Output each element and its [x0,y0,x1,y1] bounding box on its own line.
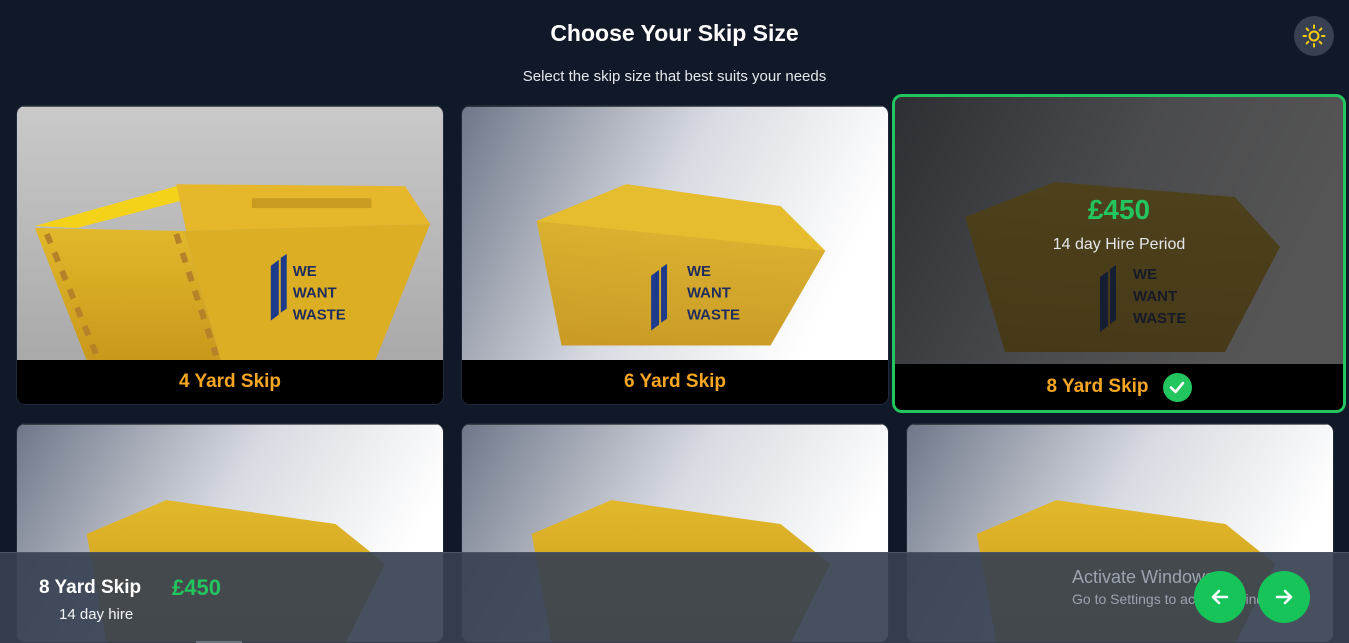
back-button[interactable] [1194,571,1246,623]
brand-text-3: WASTE [687,307,740,324]
page-subtitle: Select the skip size that best suits you… [522,68,827,85]
skip-label-bar: 4 Yard Skip [17,360,443,404]
windows-watermark-title: Activate Windows [1072,567,1215,587]
skip-image: WE WANT WASTE [462,106,888,362]
selected-skip-price: £450 [172,575,221,600]
skip-label-bar: 6 Yard Skip [462,360,888,404]
price-overlay: £450 14 day Hire Period [895,97,1343,367]
brand-text-1: WE [293,263,317,280]
sun-icon [1302,24,1326,48]
arrow-left-icon [1211,589,1229,605]
page-title: Choose Your Skip Size [550,20,799,46]
theme-toggle-button[interactable] [1294,16,1334,56]
selection-summary-bar: 8 Yard Skip £450 14 day hire Activate Wi… [0,552,1349,643]
selected-skip-hire: 14 day hire [59,606,134,623]
brand-text-3: WASTE [293,307,346,324]
arrow-right-icon [1275,589,1293,605]
skip-card-4-yard[interactable]: WE WANT WASTE 4 Yard Skip [16,105,444,405]
check-icon [1162,372,1192,402]
skip-card-6-yard[interactable]: WE WANT WASTE 6 Yard Skip [461,105,889,405]
skip-price: £450 [1087,194,1151,225]
selected-skip-name: 8 Yard Skip [39,577,142,598]
skip-label: 8 Yard Skip [1046,376,1149,397]
skip-label-bar: 8 Yard Skip [895,364,1343,410]
skip-card-8-yard[interactable]: WE WANT WASTE £450 14 day Hire Period 8 … [892,94,1346,413]
brand-text-2: WANT [293,285,337,302]
next-button[interactable] [1258,571,1310,623]
skip-label: 6 Yard Skip [623,371,727,392]
skip-label: 4 Yard Skip [178,371,282,392]
hire-period: 14 day Hire Period [1052,236,1186,253]
brand-text-2: WANT [687,285,731,302]
skip-image: WE WANT WASTE [17,106,443,362]
brand-text-1: WE [687,263,711,280]
